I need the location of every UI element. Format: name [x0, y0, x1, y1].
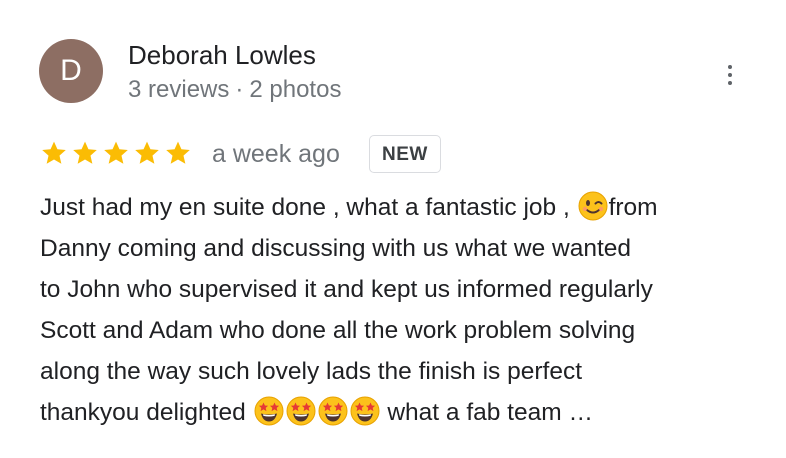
- star-rating: [40, 139, 192, 167]
- author-meta: 3 reviews · 2 photos: [128, 76, 341, 104]
- more-vertical-icon-dot: [728, 73, 732, 77]
- meta-separator: ·: [235, 76, 244, 103]
- review-text-segment: Just had my en suite done , what a fanta…: [40, 194, 570, 221]
- review-line: Just had my en suite done , what a fanta…: [40, 187, 760, 228]
- review-count: 3 reviews: [128, 76, 230, 103]
- star-icon: [40, 139, 68, 167]
- avatar[interactable]: D: [39, 39, 103, 103]
- photo-count: 2 photos: [249, 76, 342, 103]
- review-line: thankyou delighted what a fab team …: [40, 392, 760, 433]
- new-badge: NEW: [369, 135, 441, 173]
- more-options-button[interactable]: [716, 58, 744, 92]
- star-struck-emoji-icon: [254, 396, 284, 426]
- author-name[interactable]: Deborah Lowles: [128, 40, 316, 71]
- review-card: D Deborah Lowles 3 reviews · 2 photos a we…: [0, 0, 786, 458]
- review-line: along the way such lovely lads the finis…: [40, 358, 583, 385]
- star-struck-emoji-icon: [350, 396, 380, 426]
- review-time: a week ago: [212, 140, 340, 168]
- review-line: Danny coming and discussing with us what…: [40, 235, 632, 262]
- more-vertical-icon-dot: [728, 81, 732, 85]
- review-text: Just had my en suite done , what a fanta…: [40, 187, 760, 433]
- star-icon: [71, 139, 99, 167]
- more-vertical-icon: [728, 65, 732, 69]
- star-struck-emoji-icon: [318, 396, 348, 426]
- review-text-segment: thankyou delighted: [40, 399, 246, 426]
- review-text-segment: from: [608, 194, 658, 221]
- star-icon: [164, 139, 192, 167]
- star-icon: [102, 139, 130, 167]
- winking-face-emoji-icon: [578, 191, 608, 221]
- review-line: to John who supervised it and kept us in…: [40, 276, 653, 303]
- review-line: Scott and Adam who done all the work pro…: [40, 317, 636, 344]
- star-struck-emoji-icon: [286, 396, 316, 426]
- review-text-segment: what a fab team: [387, 399, 562, 426]
- read-more-ellipsis[interactable]: …: [568, 399, 593, 426]
- star-icon: [133, 139, 161, 167]
